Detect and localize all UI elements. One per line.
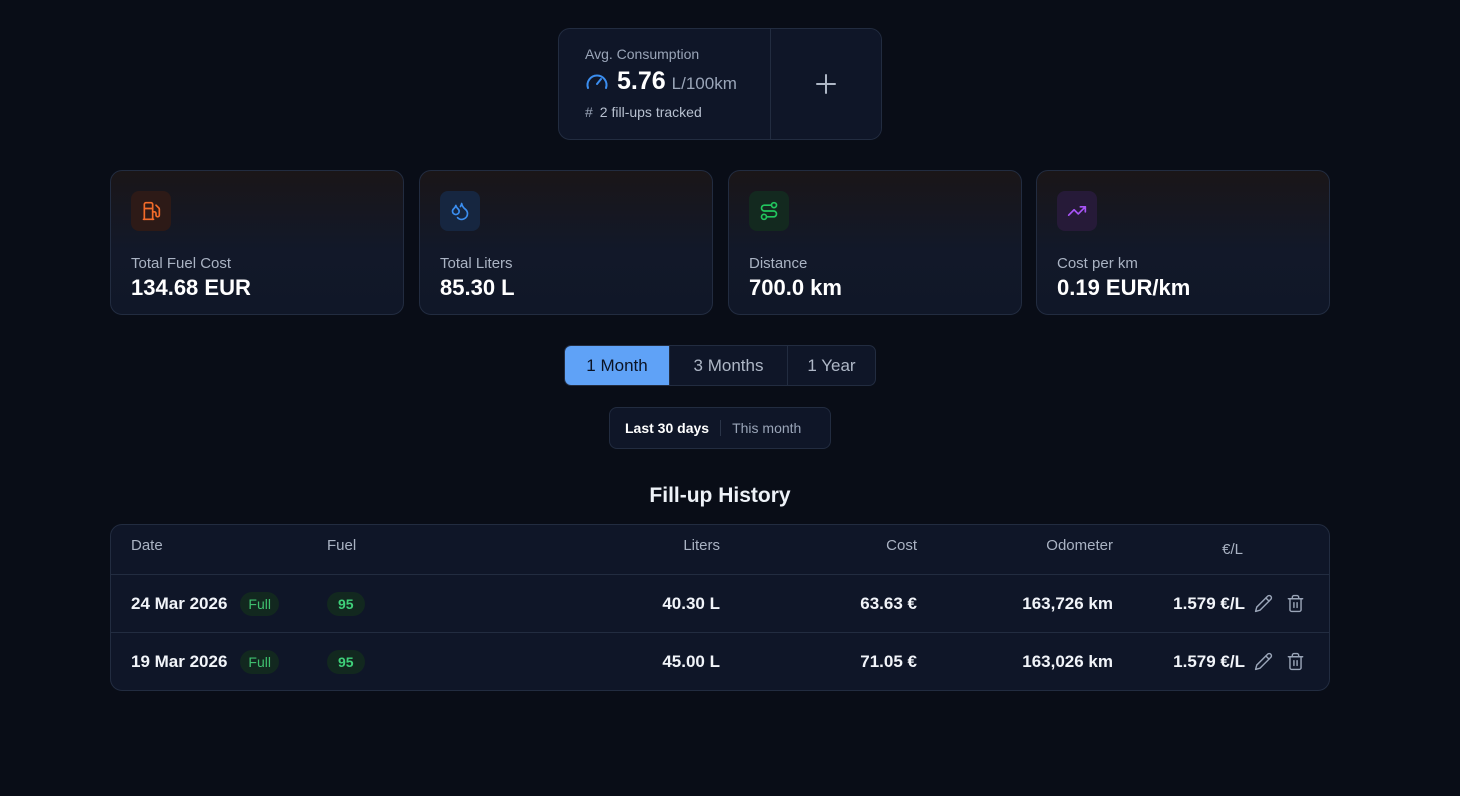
stat-card-total-liters: Total Liters 85.30 L [419, 170, 713, 315]
fuel-type-badge: 95 [327, 591, 365, 616]
column-header-fuel: Fuel [327, 537, 357, 554]
period-switch: 1 Month 3 Months 1 Year [564, 345, 876, 386]
edit-button[interactable] [1254, 594, 1273, 613]
consumption-value: 5.76 [617, 67, 666, 95]
route-icon [749, 191, 789, 231]
trash-icon [1287, 594, 1304, 613]
trash-icon [1287, 652, 1304, 671]
odometer-cell: 163,026 km [1022, 651, 1113, 671]
stat-value: 700.0 km [749, 275, 842, 300]
period-1-year-button[interactable]: 1 Year [788, 346, 875, 385]
pencil-icon [1254, 652, 1273, 671]
stat-card-cost-per-km: Cost per km 0.19 EUR/km [1036, 170, 1330, 315]
droplets-icon [440, 191, 480, 231]
fillup-date: 19 Mar 2026 [131, 651, 228, 671]
range-last-30-days-button[interactable]: Last 30 days [625, 420, 709, 436]
range-switch: Last 30 days This month [609, 407, 831, 449]
stat-value: 85.30 L [440, 275, 515, 300]
trending-up-icon [1057, 191, 1097, 231]
fillup-date: 24 Mar 2026 [131, 593, 228, 613]
add-fillup-button[interactable] [771, 29, 881, 139]
stat-label: Cost per km [1057, 255, 1138, 272]
cost-cell: 71.05 € [860, 651, 917, 671]
column-header-date: Date [131, 537, 163, 554]
stat-label: Total Liters [440, 255, 513, 272]
consumption-card: Avg. Consumption 5.76 L/100km # 2 fill-u… [558, 28, 882, 140]
odometer-cell: 163,726 km [1022, 593, 1113, 613]
consumption-value-row: 5.76 L/100km [585, 67, 770, 96]
consumption-unit: L/100km [671, 74, 737, 93]
fuel-cell: 95 [327, 575, 365, 632]
fill-type-badge: Full [240, 591, 279, 616]
range-divider [720, 420, 722, 436]
fuel-pump-icon [131, 191, 171, 231]
row-actions [1254, 575, 1305, 632]
stat-label: Distance [749, 255, 808, 272]
cost-cell: 63.63 € [860, 593, 917, 613]
fillups-count: # 2 fill-ups tracked [585, 104, 770, 120]
fuel-cell: 95 [327, 633, 365, 690]
delete-button[interactable] [1286, 594, 1305, 613]
edit-button[interactable] [1254, 652, 1273, 671]
table-row[interactable]: 19 Mar 2026 Full 95 45.00 L 71.05 € 163,… [111, 632, 1329, 690]
fuel-type-badge: 95 [327, 649, 365, 674]
stat-value: 134.68 EUR [131, 275, 251, 300]
liters-cell: 40.30 L [662, 593, 720, 613]
history-title: Fill-up History [649, 484, 791, 507]
stat-card-distance: Distance 700.0 km [728, 170, 1022, 315]
table-row[interactable]: 24 Mar 2026 Full 95 40.30 L 63.63 € 163,… [111, 574, 1329, 632]
stat-card-total-fuel-cost: Total Fuel Cost 134.68 EUR [110, 170, 404, 315]
column-header-liters: Liters [683, 537, 720, 554]
pencil-icon [1254, 594, 1273, 613]
price-per-liter-cell: 1.579 €/L [1173, 651, 1245, 671]
stat-label: Total Fuel Cost [131, 255, 232, 272]
gauge-icon [586, 74, 608, 89]
range-this-month-button[interactable]: This month [732, 420, 801, 436]
column-header-odometer: Odometer [1046, 537, 1113, 554]
row-actions [1254, 633, 1305, 690]
delete-button[interactable] [1286, 652, 1305, 671]
history-table: Date Fuel Liters Cost Odometer €/L 24 Ma… [110, 524, 1330, 691]
stat-value: 0.19 EUR/km [1057, 275, 1191, 300]
hash-icon: # [585, 104, 593, 120]
fill-type-badge: Full [240, 649, 279, 674]
period-3-months-button[interactable]: 3 Months [670, 346, 788, 385]
price-per-liter-cell: 1.579 €/L [1173, 593, 1245, 613]
consumption-label: Avg. Consumption [585, 46, 700, 62]
liters-cell: 45.00 L [662, 651, 720, 671]
table-header: Date Fuel Liters Cost Odometer €/L [111, 525, 1329, 574]
column-header-price-per-liter: €/L [1222, 541, 1243, 558]
plus-icon [816, 74, 836, 94]
period-1-month-button[interactable]: 1 Month [565, 346, 670, 385]
consumption-info: Avg. Consumption 5.76 L/100km # 2 fill-u… [559, 29, 771, 139]
date-cell: 24 Mar 2026 Full [131, 575, 279, 632]
column-header-cost: Cost [886, 537, 917, 554]
date-cell: 19 Mar 2026 Full [131, 633, 279, 690]
fillups-count-label: 2 fill-ups tracked [599, 104, 702, 120]
